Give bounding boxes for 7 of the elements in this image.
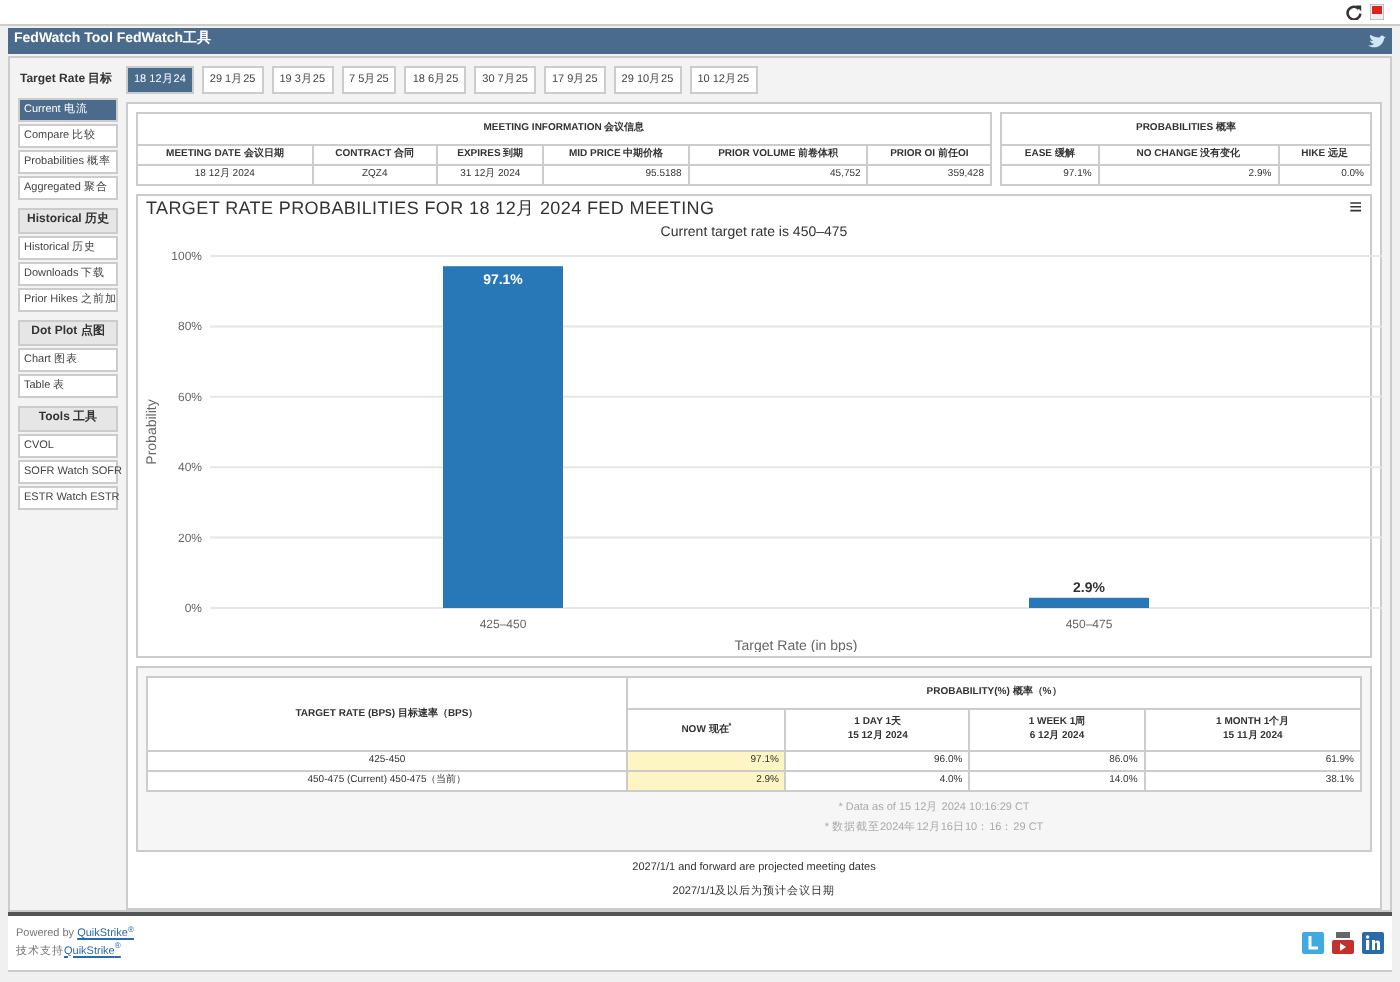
bar <box>1029 597 1149 608</box>
refresh-icon[interactable] <box>1346 4 1362 20</box>
pdf-icon[interactable] <box>1370 4 1384 20</box>
chart-title: TARGET RATE PROBABILITIES FOR 18 12月 2024 FED MEETING <box>146 196 715 222</box>
menu-icon[interactable]: ≡ <box>1349 196 1362 223</box>
network-icon[interactable] <box>1362 932 1384 954</box>
play-icon[interactable] <box>1332 932 1354 954</box>
